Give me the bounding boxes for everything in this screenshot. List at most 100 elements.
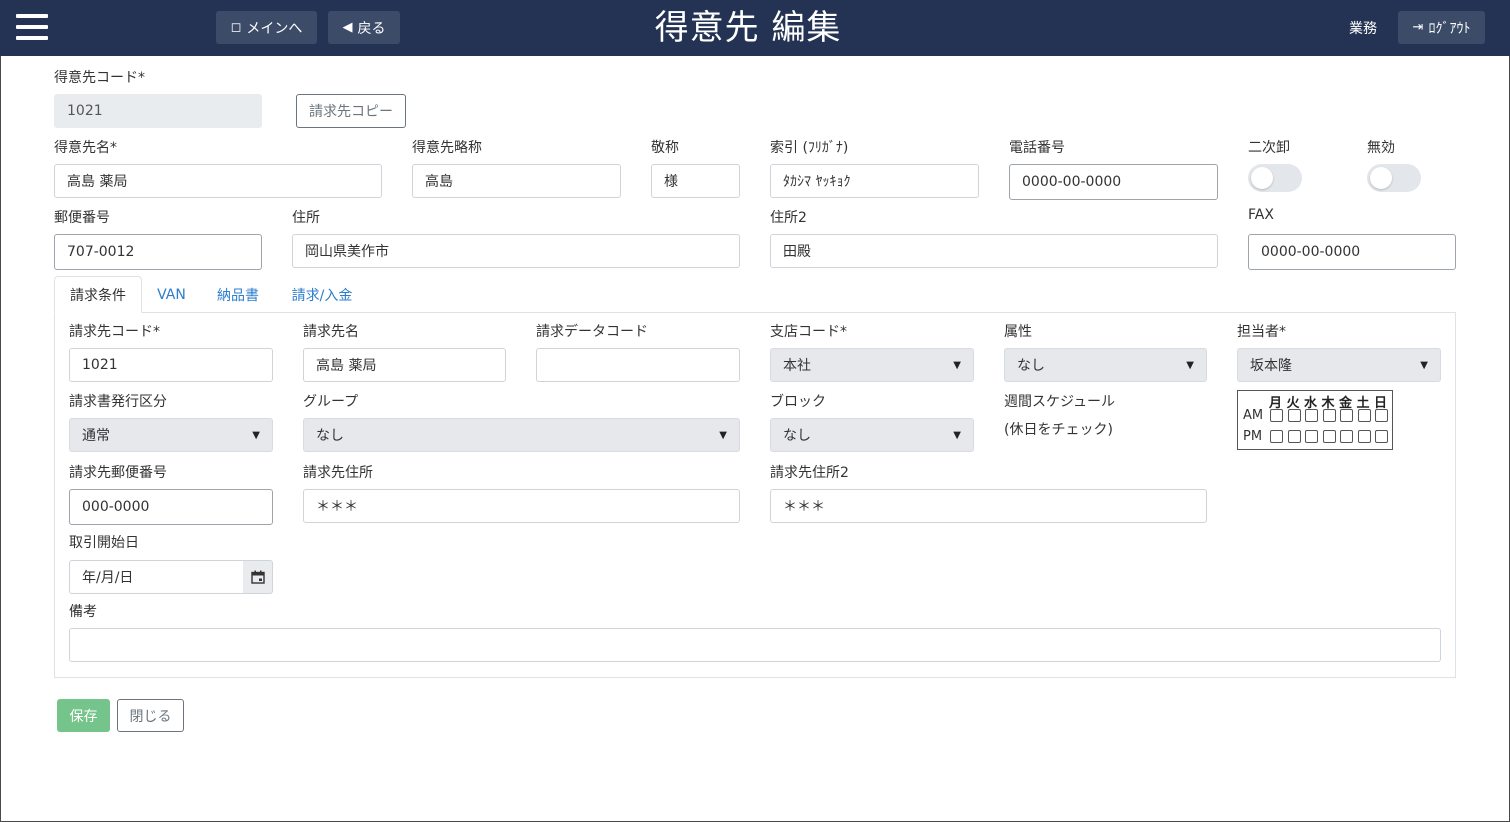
caret-down-icon: ▼ <box>719 429 727 441</box>
customer-code-field: 1021 <box>54 94 262 128</box>
billing-data-code-field[interactable] <box>536 348 740 382</box>
honorific-label: 敬称 <box>651 140 679 156</box>
tab-billing-payment[interactable]: 請求/入金 <box>281 276 363 313</box>
short-name-field[interactable]: 高島 <box>412 164 621 198</box>
branch-code-label: 支店コード* <box>770 324 847 340</box>
secondary-label: 二次卸 <box>1248 140 1290 156</box>
issue-type-label: 請求書発行区分 <box>69 394 167 410</box>
group-select[interactable]: なし ▼ <box>303 418 740 452</box>
caret-down-icon: ▼ <box>953 359 961 371</box>
fax-field[interactable]: 0000-00-0000 <box>1248 234 1456 270</box>
fax-label: FAX <box>1248 207 1274 223</box>
staff-value: 坂本隆 <box>1250 358 1292 374</box>
copy-billing-button[interactable]: 請求先コピー <box>296 94 406 128</box>
issue-type-select[interactable]: 通常 ▼ <box>69 418 273 452</box>
am-checkbox[interactable] <box>1340 409 1353 422</box>
am-checkbox[interactable] <box>1270 409 1283 422</box>
schedule-pm-row: PM <box>1243 429 1393 444</box>
weekly-schedule-grid: 月 火 水 木 金 土 日 AM PM <box>1237 390 1393 450</box>
caret-down-icon: ▼ <box>252 429 260 441</box>
invalid-toggle[interactable] <box>1367 164 1421 192</box>
phone-field[interactable]: 0000-00-0000 <box>1009 164 1218 200</box>
short-name-label: 得意先略称 <box>412 140 482 156</box>
index-label: 索引 (ﾌﾘｶﾞﾅ) <box>770 140 849 156</box>
billing-address2-label: 請求先住所2 <box>770 465 849 481</box>
zip-label: 郵便番号 <box>54 210 110 226</box>
address2-field[interactable]: 田殿 <box>770 234 1218 268</box>
pm-checkbox[interactable] <box>1357 430 1371 443</box>
pm-checkbox[interactable] <box>1322 430 1336 443</box>
billing-code-field[interactable]: 1021 <box>69 348 273 382</box>
close-button[interactable]: 閉じる <box>117 699 184 732</box>
page-title: 得意先 編集 <box>654 8 842 48</box>
billing-name-label: 請求先名 <box>303 324 359 340</box>
caret-down-icon: ▼ <box>953 429 961 441</box>
pm-label: PM <box>1243 429 1263 444</box>
calendar-icon <box>250 570 265 584</box>
staff-label: 担当者* <box>1237 324 1286 340</box>
am-checkbox[interactable] <box>1375 409 1388 422</box>
billing-address-field[interactable]: ＊＊＊ <box>303 489 740 523</box>
block-value: なし <box>783 428 811 444</box>
schedule-hint: (休日をチェック) <box>1004 422 1113 438</box>
schedule-label: 週間スケジュール <box>1004 394 1116 410</box>
schedule-am-row: AM <box>1243 408 1393 423</box>
calendar-button[interactable] <box>243 560 273 594</box>
tab-billing-terms[interactable]: 請求条件 <box>54 276 142 313</box>
issue-type-value: 通常 <box>82 428 110 444</box>
branch-code-value: 本社 <box>783 358 811 374</box>
customer-code-label: 得意先コード* <box>54 70 145 86</box>
billing-address-label: 請求先住所 <box>303 465 373 481</box>
top-navbar: ◻ メインへ ◀ 戻る 得意先 編集 業務 ⇥ ﾛｸﾞｱｳﾄ <box>0 0 1510 56</box>
logout-button[interactable]: ⇥ ﾛｸﾞｱｳﾄ <box>1398 11 1485 44</box>
department-label: 業務 <box>1349 21 1377 37</box>
am-label: AM <box>1243 408 1264 423</box>
am-checkbox[interactable] <box>1357 409 1371 422</box>
billing-data-code-label: 請求データコード <box>536 324 648 340</box>
address-field[interactable]: 岡山県美作市 <box>292 234 740 268</box>
billing-zip-field[interactable]: 000-0000 <box>69 489 273 525</box>
sign-out-icon: ⇥ <box>1412 20 1424 35</box>
billing-name-field[interactable]: 高島 薬局 <box>303 348 506 382</box>
staff-select[interactable]: 坂本隆 ▼ <box>1237 348 1441 382</box>
attribute-value: なし <box>1017 358 1045 374</box>
pm-checkbox[interactable] <box>1287 430 1301 443</box>
start-date-field[interactable]: 年/月/日 <box>69 560 244 594</box>
pm-checkbox[interactable] <box>1270 430 1283 443</box>
tab-van[interactable]: VAN <box>148 276 195 313</box>
attribute-select[interactable]: なし ▼ <box>1004 348 1207 382</box>
billing-zip-label: 請求先郵便番号 <box>69 465 167 481</box>
address2-label: 住所2 <box>770 210 807 226</box>
honorific-field[interactable]: 様 <box>651 164 740 198</box>
group-label: グループ <box>303 394 359 410</box>
address-label: 住所 <box>292 210 320 226</box>
branch-code-select[interactable]: 本社 ▼ <box>770 348 974 382</box>
block-label: ブロック <box>770 394 826 410</box>
customer-name-label: 得意先名* <box>54 140 117 156</box>
billing-code-label: 請求先コード* <box>69 324 160 340</box>
secondary-toggle[interactable] <box>1248 164 1302 192</box>
am-checkbox[interactable] <box>1287 409 1301 422</box>
pm-checkbox[interactable] <box>1305 430 1318 443</box>
zip-field[interactable]: 707-0012 <box>54 234 262 270</box>
am-checkbox[interactable] <box>1305 409 1318 422</box>
am-checkbox[interactable] <box>1322 409 1336 422</box>
billing-address2-field[interactable]: ＊＊＊ <box>770 489 1207 523</box>
customer-name-field[interactable]: 高島 薬局 <box>54 164 382 198</box>
group-value: なし <box>316 428 344 444</box>
remarks-field[interactable] <box>69 628 1441 662</box>
remarks-label: 備考 <box>69 604 97 620</box>
caret-down-icon: ▼ <box>1420 359 1428 371</box>
save-button[interactable]: 保存 <box>57 699 110 732</box>
pm-checkbox[interactable] <box>1375 430 1388 443</box>
index-field[interactable]: ﾀｶｼﾏ ﾔｯｷｮｸ <box>770 164 979 198</box>
tab-delivery-slip[interactable]: 納品書 <box>207 276 269 313</box>
phone-label: 電話番号 <box>1009 140 1065 156</box>
invalid-label: 無効 <box>1367 140 1395 156</box>
pm-checkbox[interactable] <box>1340 430 1353 443</box>
attribute-label: 属性 <box>1004 324 1032 340</box>
caret-down-icon: ▼ <box>1186 359 1194 371</box>
block-select[interactable]: なし ▼ <box>770 418 974 452</box>
start-date-label: 取引開始日 <box>69 535 139 551</box>
logout-label: ﾛｸﾞｱｳﾄ <box>1428 20 1471 37</box>
